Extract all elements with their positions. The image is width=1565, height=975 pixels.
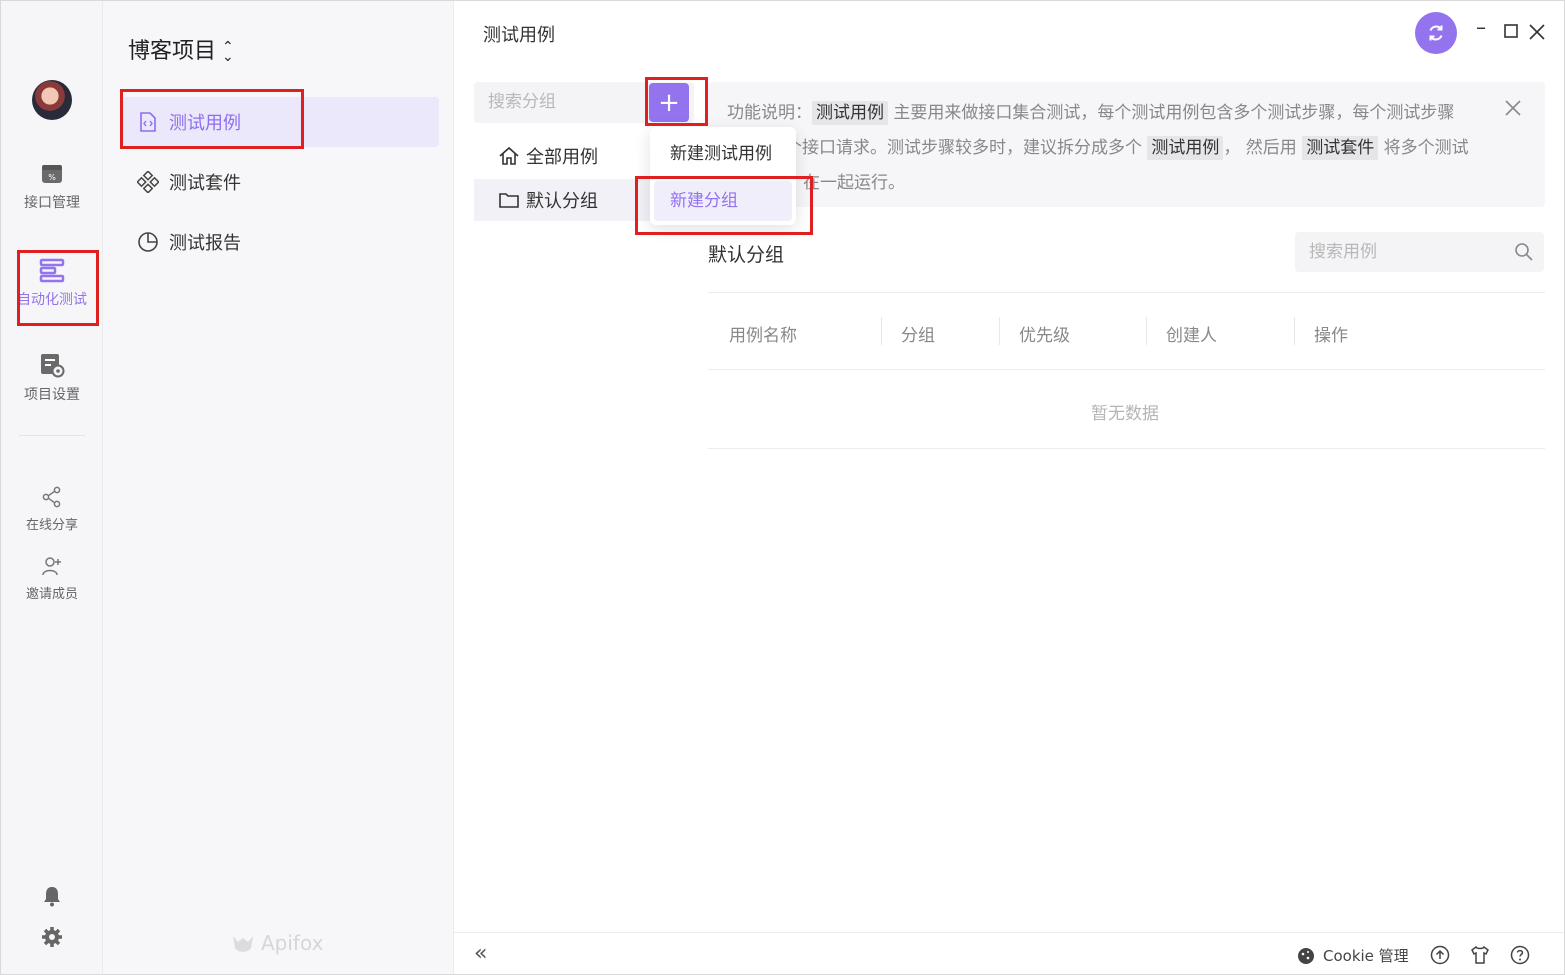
invite-member-icon — [42, 557, 61, 576]
cookie-management-button[interactable]: Cookie 管理 — [1297, 945, 1409, 966]
test-case-icon — [137, 111, 159, 133]
sync-button[interactable] — [1415, 12, 1457, 54]
column-header-group: 分组 — [901, 326, 935, 346]
close-info-icon[interactable] — [1505, 100, 1521, 116]
bell-icon[interactable] — [42, 885, 62, 907]
apifox-logo-icon — [233, 936, 253, 952]
info-line-3: 在一起运行。 — [727, 166, 1485, 201]
rail-item-label: 自动化测试 — [17, 292, 87, 308]
rail-item-invite[interactable]: 邀请成员 — [1, 555, 103, 602]
info-tag: 测试用例 — [812, 101, 888, 125]
info-line-2: 个接口请求。测试步骤较多时，建议拆分成多个 测试用例， 然后用 测试套件 将多个… — [727, 131, 1485, 166]
rail-item-project-settings[interactable]: 项目设置 — [1, 352, 103, 404]
test-suite-icon — [137, 171, 159, 193]
search-icon — [1515, 243, 1533, 261]
gear-icon[interactable] — [41, 926, 63, 948]
rail-item-label: 在线分享 — [25, 518, 78, 533]
sync-icon — [1429, 25, 1443, 41]
divider — [708, 292, 1545, 293]
automation-test-icon — [39, 258, 65, 283]
shirt-icon[interactable] — [1470, 945, 1490, 965]
rail-divider — [19, 435, 85, 436]
divider — [708, 369, 1545, 370]
info-text: 主要用来做接口集合测试，每个测试用例包含多个测试步骤，每个测试步骤 — [888, 103, 1455, 123]
menu-item-new-group[interactable]: 新建分组 — [654, 181, 792, 221]
column-header-creator: 创建人 — [1166, 326, 1217, 346]
avatar[interactable] — [32, 80, 72, 120]
upload-icon[interactable] — [1430, 945, 1450, 965]
svg-text:%: % — [48, 173, 56, 182]
help-icon[interactable] — [1510, 945, 1530, 965]
sidebar-item-test-suites[interactable]: 测试套件 — [121, 157, 439, 207]
group-label: 默认分组 — [526, 191, 598, 212]
cookie-label: Cookie 管理 — [1323, 947, 1409, 965]
plus-icon: + — [658, 87, 680, 118]
api-management-icon: % — [42, 165, 62, 183]
column-header-name: 用例名称 — [729, 326, 797, 346]
share-icon — [42, 486, 61, 508]
add-dropdown-menu: 新建测试用例 新建分组 — [650, 127, 796, 225]
cookie-icon — [1298, 947, 1314, 964]
project-switcher[interactable]: 博客项目 ⌃ ⌄ — [128, 33, 234, 65]
home-icon — [498, 145, 520, 167]
sidebar-item-label: 测试报告 — [169, 233, 241, 254]
rail-item-share[interactable]: 在线分享 — [1, 486, 103, 533]
info-tag: 测试套件 — [1302, 136, 1379, 160]
sidebar-item-test-reports[interactable]: 测试报告 — [121, 217, 439, 267]
column-separator — [1146, 317, 1147, 345]
info-banner: 功能说明： 测试用例 主要用来做接口集合测试，每个测试用例包含多个测试步骤，每个测… — [707, 82, 1545, 207]
info-prefix: 功能说明： — [727, 103, 812, 123]
app-window: % 接口管理 自动化测试 项目设置 在线分享 邀请成员 博客项目 ⌃ ⌄ 测试用… — [0, 0, 1565, 975]
info-text: 在一起运行。 — [803, 173, 905, 193]
group-label: 全部用例 — [526, 147, 598, 168]
sidebar-item-label: 测试用例 — [169, 113, 241, 134]
column-separator — [1294, 317, 1295, 345]
page-title: 测试用例 — [483, 25, 555, 46]
rail-item-label: 接口管理 — [24, 195, 80, 211]
case-search-input[interactable]: 搜索用例 — [1295, 232, 1544, 272]
column-header-actions: 操作 — [1314, 326, 1348, 346]
column-header-priority: 优先级 — [1019, 326, 1070, 346]
empty-state: 暂无数据 — [1091, 404, 1159, 424]
info-tag: 测试用例 — [1147, 136, 1224, 160]
project-title: 博客项目 — [128, 39, 217, 64]
brand-logo: Apifox — [231, 931, 323, 955]
info-text: ， 然后用 — [1223, 138, 1303, 158]
rail-item-label: 邀请成员 — [25, 587, 78, 602]
info-line-1: 功能说明： 测试用例 主要用来做接口集合测试，每个测试用例包含多个测试步骤，每个测… — [727, 96, 1485, 131]
rail-item-automation-test[interactable]: 自动化测试 — [1, 257, 103, 309]
add-button[interactable]: + — [649, 83, 689, 122]
main-panel: 测试用例 – 搜索分组 + 全部用例 默认分组 功能说明： 测试用例 主要用来做… — [454, 1, 1564, 974]
case-search-placeholder: 搜索用例 — [1309, 242, 1377, 262]
test-report-icon — [137, 231, 159, 253]
rail-item-label: 项目设置 — [24, 387, 80, 403]
collapse-sidebar-icon[interactable]: « — [474, 941, 487, 966]
info-text: 个接口请求。测试步骤较多时，建议拆分成多个 — [785, 138, 1148, 158]
status-bar: « Cookie 管理 — [454, 932, 1564, 974]
minimize-button[interactable]: – — [1476, 15, 1486, 39]
module-sidebar: 博客项目 ⌃ ⌄ 测试用例 测试套件 测试报告 Apifox — [103, 1, 454, 974]
sidebar-item-test-cases[interactable]: 测试用例 — [121, 97, 439, 147]
rail-item-api-management[interactable]: % 接口管理 — [1, 162, 103, 212]
menu-item-new-test-case[interactable]: 新建测试用例 — [654, 134, 792, 174]
column-separator — [881, 317, 882, 345]
divider — [708, 448, 1545, 449]
chevron-updown-icon: ⌃ ⌄ — [222, 39, 234, 65]
brand-name: Apifox — [261, 931, 324, 955]
column-separator — [999, 317, 1000, 345]
project-settings-icon — [41, 354, 65, 378]
close-window-button[interactable] — [1529, 24, 1545, 40]
maximize-button[interactable] — [1504, 24, 1518, 38]
section-title: 默认分组 — [708, 244, 785, 266]
folder-icon — [498, 189, 520, 211]
info-text: 将多个测试 — [1378, 138, 1469, 158]
sidebar-item-label: 测试套件 — [169, 173, 241, 194]
icon-rail: % 接口管理 自动化测试 项目设置 在线分享 邀请成员 — [1, 1, 103, 974]
